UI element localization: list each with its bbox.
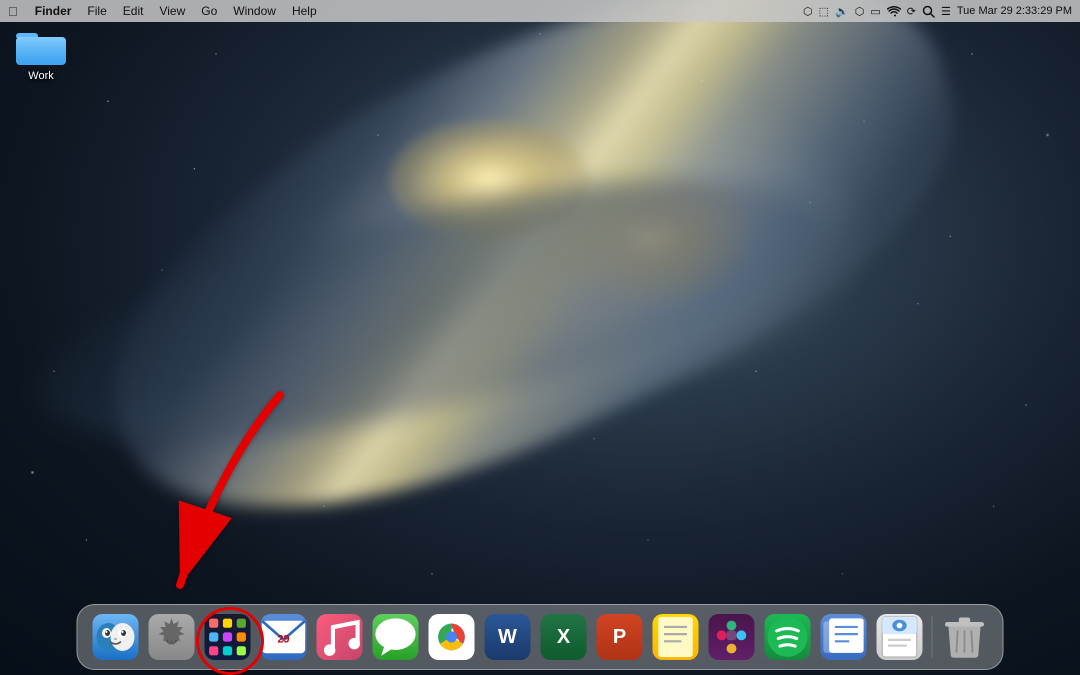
excel-icon: X	[541, 614, 587, 660]
dock: 29	[77, 604, 1004, 670]
chrome-icon	[429, 614, 475, 660]
dock-app-spotify[interactable]	[762, 611, 814, 663]
go-menu[interactable]: Go	[194, 3, 224, 19]
dock-app-word[interactable]: W	[482, 611, 534, 663]
window-menu[interactable]: Window	[226, 3, 283, 19]
dock-app-music[interactable]	[314, 611, 366, 663]
apple-menu-icon[interactable]: 	[8, 4, 18, 19]
dock-app-mail[interactable]: 29	[258, 611, 310, 663]
spotify-icon	[765, 614, 811, 660]
dock-app-files[interactable]	[818, 611, 870, 663]
dock-app-slack[interactable]	[706, 611, 758, 663]
folder-icon	[15, 25, 67, 67]
excel-letter: X	[557, 626, 570, 649]
dock-app-finder[interactable]	[90, 611, 142, 663]
mail-icon: 29	[261, 614, 307, 660]
messages-icon	[373, 614, 419, 660]
dock-divider	[932, 616, 933, 658]
word-icon: W	[485, 614, 531, 660]
wifi-icon[interactable]	[887, 5, 901, 17]
dock-app-messages[interactable]	[370, 611, 422, 663]
battery-icon[interactable]: ▭	[870, 5, 880, 18]
dock-app-launchpad[interactable]	[202, 611, 254, 663]
slack-icon	[709, 614, 755, 660]
files-icon	[821, 614, 867, 660]
dock-app-powerpoint[interactable]: P	[594, 611, 646, 663]
sysprefs-icon	[149, 614, 195, 660]
dock-app-preview[interactable]	[874, 611, 926, 663]
notifications-icon[interactable]: ☰	[941, 5, 951, 18]
bluetooth-icon[interactable]: ⬡	[855, 5, 865, 18]
powerpoint-icon: P	[597, 614, 643, 660]
dock-app-excel[interactable]: X	[538, 611, 590, 663]
screen-recording-icon[interactable]: ⬚	[819, 5, 829, 18]
menubar:  Finder File Edit View Go Window Help ⬡…	[0, 0, 1080, 22]
spotlight-icon[interactable]	[922, 5, 935, 18]
desktop:  Finder File Edit View Go Window Help ⬡…	[0, 0, 1080, 675]
dropbox-icon[interactable]: ⬡	[803, 5, 813, 18]
clock-display: Tue Mar 29 2:33:29 PM	[957, 5, 1072, 17]
svg-text:29: 29	[277, 633, 289, 645]
dock-app-trash[interactable]	[939, 611, 991, 663]
preview-icon	[877, 614, 923, 660]
folder-label: Work	[28, 70, 53, 82]
view-menu[interactable]: View	[152, 3, 192, 19]
timemachine-icon[interactable]: ⟳	[907, 5, 916, 18]
dock-app-chrome[interactable]	[426, 611, 478, 663]
word-letter: W	[498, 626, 517, 649]
help-menu[interactable]: Help	[285, 3, 324, 19]
music-icon	[317, 614, 363, 660]
file-menu[interactable]: File	[80, 3, 113, 19]
menubar-left:  Finder File Edit View Go Window Help	[8, 3, 324, 19]
powerpoint-letter: P	[613, 626, 626, 649]
notes-icon	[653, 614, 699, 660]
finder-icon	[93, 614, 139, 660]
dock-app-notes[interactable]	[650, 611, 702, 663]
desktop-folder-work[interactable]: Work	[6, 25, 76, 82]
launchpad-icon	[205, 614, 251, 660]
app-name-menu[interactable]: Finder	[28, 3, 79, 19]
menubar-right: ⬡ ⬚ 🔊 ⬡ ▭ ⟳ ☰ Tue Mar 29 2:33:29 PM	[803, 5, 1072, 18]
volume-icon[interactable]: 🔊	[835, 5, 849, 18]
trash-icon	[942, 614, 988, 660]
edit-menu[interactable]: Edit	[116, 3, 151, 19]
dock-app-sysprefs[interactable]	[146, 611, 198, 663]
